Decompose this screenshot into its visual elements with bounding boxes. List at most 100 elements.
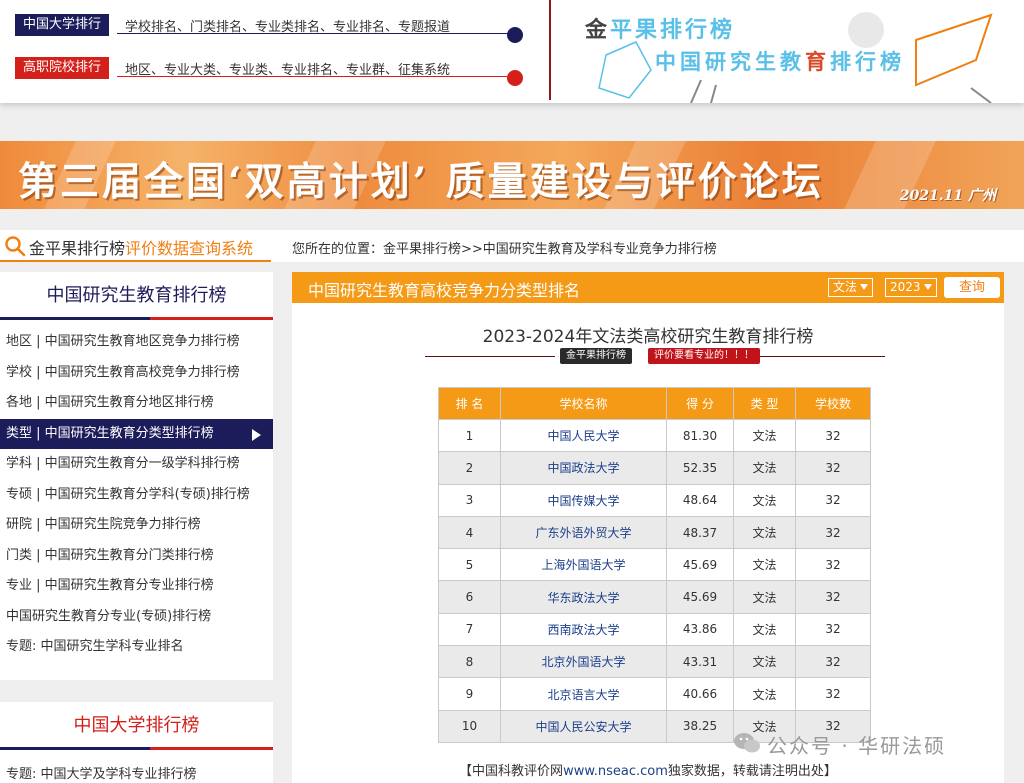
query-system-title: 金平果排行榜评价数据查询系统 (29, 239, 254, 258)
nav-tag-vocational-ranking[interactable]: 高职院校排行 (15, 57, 110, 79)
sidebar-item-province[interactable]: 各地 | 中国研究生教育分地区排行榜 (0, 388, 273, 419)
cell-type: 文法 (733, 548, 796, 582)
wechat-watermark: 公众号 · 华研法硕 (733, 727, 1001, 759)
sidebar-item-major-professional[interactable]: 中国研究生教育分专业(专硕)排行榜 (0, 602, 273, 633)
sidebar-item-region[interactable]: 地区 | 中国研究生教育地区竞争力排行榜 (0, 327, 273, 358)
cell-score: 52.35 (666, 451, 734, 485)
forum-banner[interactable]: 第三届全国‘双高计划’ 质量建设与评价论坛 2021.11 广州 (0, 141, 1024, 209)
table-row: 8 北京外国语大学 43.31 文法 32 (438, 645, 871, 679)
type-select[interactable]: 文法 (828, 278, 874, 297)
brand-subtitle: 中国研究生教育排行榜 (655, 49, 905, 74)
sidebar-item-topic[interactable]: 专题: 中国研究生学科专业排名 (0, 632, 273, 663)
col-type: 类 型 (733, 387, 796, 420)
table-row: 7 西南政法大学 43.86 文法 32 (438, 612, 871, 647)
nav-links-vocational[interactable]: 地区、专业大类、专业类、专业排名、专业群、征集系统 (125, 59, 450, 78)
chevron-down-icon (860, 284, 869, 290)
nav-tag-university-ranking[interactable]: 中国大学排行 (15, 14, 110, 36)
search-underline (0, 260, 271, 262)
nav-dot-icon (507, 27, 523, 43)
year-select[interactable]: 2023 (885, 278, 937, 297)
col-school: 学校名称 (500, 387, 667, 420)
cell-school-count: 32 (795, 645, 871, 679)
col-rank: 排 名 (438, 387, 501, 420)
cell-score: 38.25 (666, 709, 734, 743)
sidebar-item-major[interactable]: 专业 | 中国研究生教育分专业排行榜 (0, 571, 273, 602)
source-link[interactable]: www.nseac.com (563, 764, 668, 779)
table-row: 3 中国传媒大学 48.64 文法 32 (438, 483, 871, 517)
cell-rank: 1 (438, 418, 501, 453)
cell-type: 文法 (733, 645, 796, 679)
sidebar-item-school[interactable]: 学校 | 中国研究生教育高校竞争力排行榜 (0, 358, 273, 389)
cell-score: 45.69 (666, 548, 734, 582)
cell-school[interactable]: 华东政法大学 (500, 580, 667, 614)
cell-school[interactable]: 西南政法大学 (500, 612, 667, 647)
cell-school[interactable]: 中国政法大学 (500, 451, 667, 485)
cell-school[interactable]: 中国人民大学 (500, 418, 667, 453)
sidebar-item-university-topic[interactable]: 专题: 中国大学及学科专业排行榜 (0, 760, 273, 783)
sidebar-item-graduate-school[interactable]: 研院 | 中国研究生院竞争力排行榜 (0, 510, 273, 541)
table-row: 5 上海外国语大学 45.69 文法 32 (438, 548, 871, 582)
sidebar-heading: 中国研究生教育排行榜 (0, 272, 273, 320)
sidebar-graduate-rankings: 中国研究生教育排行榜 地区 | 中国研究生教育地区竞争力排行榜 学校 | 中国研… (0, 272, 273, 680)
col-score: 得 分 (666, 387, 734, 420)
sidebar-item-type[interactable]: 类型 | 中国研究生教育分类型排行榜 (0, 418, 273, 449)
brand-logo-area[interactable]: 金平果排行榜 中国研究生教育排行榜 (551, 0, 1024, 103)
cell-rank: 4 (438, 515, 501, 550)
query-button[interactable]: 查询 (944, 277, 1000, 298)
cell-type: 文法 (733, 418, 796, 453)
nav-links-university[interactable]: 学校排名、门类排名、专业类排名、专业排名、专题报道 (125, 16, 450, 35)
table-row: 2 中国政法大学 52.35 文法 32 (438, 451, 871, 485)
cell-school-count: 32 (795, 418, 871, 453)
cell-type: 文法 (733, 515, 796, 550)
cell-rank: 2 (438, 451, 501, 485)
cell-type: 文法 (733, 451, 796, 485)
banner-title: 第三届全国‘双高计划’ 质量建设与评价论坛 (18, 159, 824, 205)
sidebar-item-category[interactable]: 门类 | 中国研究生教育分门类排行榜 (0, 541, 273, 572)
chevron-down-icon (923, 284, 932, 290)
cell-score: 40.66 (666, 677, 734, 711)
cell-type: 文法 (733, 677, 796, 711)
cell-school[interactable]: 北京外国语大学 (500, 645, 667, 679)
cell-school[interactable]: 广东外语外贸大学 (500, 515, 667, 550)
cell-school[interactable]: 北京语言大学 (500, 677, 667, 711)
sidebar-item-discipline[interactable]: 学科 | 中国研究生教育分一级学科排行榜 (0, 449, 273, 480)
watermark-text: 公众号 · 华研法硕 (767, 734, 947, 758)
cell-school[interactable]: 中国人民公安大学 (500, 709, 667, 743)
cell-rank: 3 (438, 483, 501, 517)
cell-school-count: 32 (795, 548, 871, 582)
cell-rank: 8 (438, 645, 501, 679)
banner-date: 2021.11 广州 (899, 188, 996, 204)
search-icon[interactable] (4, 235, 26, 257)
table-row: 9 北京语言大学 40.66 文法 32 (438, 677, 871, 711)
brand-title: 金平果排行榜 (585, 17, 736, 43)
cell-score: 48.37 (666, 515, 734, 550)
title-rule-left (425, 356, 555, 357)
cell-school-count: 32 (795, 483, 871, 517)
cell-rank: 10 (438, 709, 501, 743)
sidebar-list: 地区 | 中国研究生教育地区竞争力排行榜 学校 | 中国研究生教育高校竞争力排行… (0, 320, 273, 663)
sidebar-item-professional-master[interactable]: 专硕 | 中国研究生教育分学科(专硕)排行榜 (0, 480, 273, 511)
cell-score: 43.31 (666, 645, 734, 679)
cell-score: 81.30 (666, 418, 734, 453)
table-row: 4 广东外语外贸大学 48.37 文法 32 (438, 515, 871, 550)
cell-school-count: 32 (795, 451, 871, 485)
breadcrumb[interactable]: 您所在的位置：金平果排行榜>>中国研究生教育及学科专业竞争力排行榜 (292, 238, 717, 257)
table-row: 6 华东政法大学 45.69 文法 32 (438, 580, 871, 614)
cell-school[interactable]: 中国传媒大学 (500, 483, 667, 517)
nav-divider-line (117, 76, 512, 77)
nav-dot-icon (507, 70, 523, 86)
nav-divider-line (117, 33, 512, 34)
cell-type: 文法 (733, 483, 796, 517)
data-source-note: 【中国科教评价网www.nseac.com独家数据，转载请注明出处】 (459, 764, 837, 779)
cell-score: 43.86 (666, 612, 734, 647)
col-school-count: 学校数 (795, 387, 871, 420)
cell-school[interactable]: 上海外国语大学 (500, 548, 667, 582)
brand-tag: 金平果排行榜 (560, 348, 632, 364)
sidebar-university-rankings: 中国大学排行榜 专题: 中国大学及学科专业排行榜 (0, 702, 273, 783)
cell-score: 45.69 (666, 580, 734, 614)
table-body: 1 中国人民大学 81.30 文法 32 2 中国政法大学 52.35 文法 32 3 中国传媒大学 4… (438, 418, 871, 743)
arrow-right-icon (252, 428, 261, 441)
cell-school-count: 32 (795, 580, 871, 614)
main-header: 中国研究生教育高校竞争力分类型排名 文法 2023 查询 (292, 272, 1004, 303)
table-row: 1 中国人民大学 81.30 文法 32 (438, 418, 871, 453)
